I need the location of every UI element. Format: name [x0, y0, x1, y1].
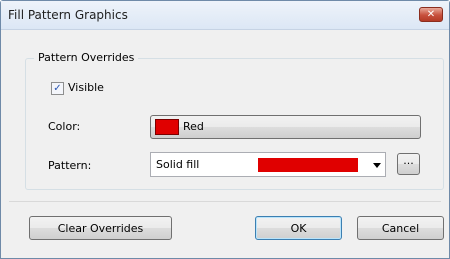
- checkmark-icon: ✓: [53, 82, 62, 94]
- cancel-button[interactable]: Cancel: [357, 216, 444, 240]
- visible-label[interactable]: Visible: [68, 81, 104, 94]
- pattern-preview-swatch: [258, 158, 358, 172]
- title-bar: Fill Pattern Graphics ✕: [1, 1, 449, 30]
- color-button[interactable]: Red: [150, 115, 421, 139]
- close-icon: ✕: [426, 9, 436, 20]
- pattern-label: Pattern:: [48, 159, 92, 172]
- cancel-label: Cancel: [381, 221, 420, 235]
- ok-label: OK: [290, 221, 307, 235]
- separator: [9, 201, 441, 202]
- clear-overrides-button[interactable]: Clear Overrides: [29, 216, 172, 240]
- pattern-dropdown[interactable]: Solid fill: [150, 152, 386, 177]
- color-label: Color:: [48, 120, 81, 133]
- pattern-value: Solid fill: [156, 158, 200, 171]
- fill-pattern-dialog: Fill Pattern Graphics ✕ Pattern Override…: [0, 0, 450, 259]
- group-legend: Pattern Overrides: [34, 51, 139, 64]
- visible-checkbox[interactable]: ✓: [51, 82, 64, 95]
- pattern-browse-button[interactable]: ...: [397, 153, 420, 175]
- color-swatch: [155, 119, 179, 135]
- dropdown-arrow-icon: [373, 163, 381, 168]
- color-name: Red: [183, 120, 204, 133]
- close-button[interactable]: ✕: [419, 7, 443, 22]
- window-title: Fill Pattern Graphics: [8, 8, 128, 22]
- clear-overrides-label: Clear Overrides: [57, 221, 144, 235]
- ok-button[interactable]: OK: [255, 216, 342, 240]
